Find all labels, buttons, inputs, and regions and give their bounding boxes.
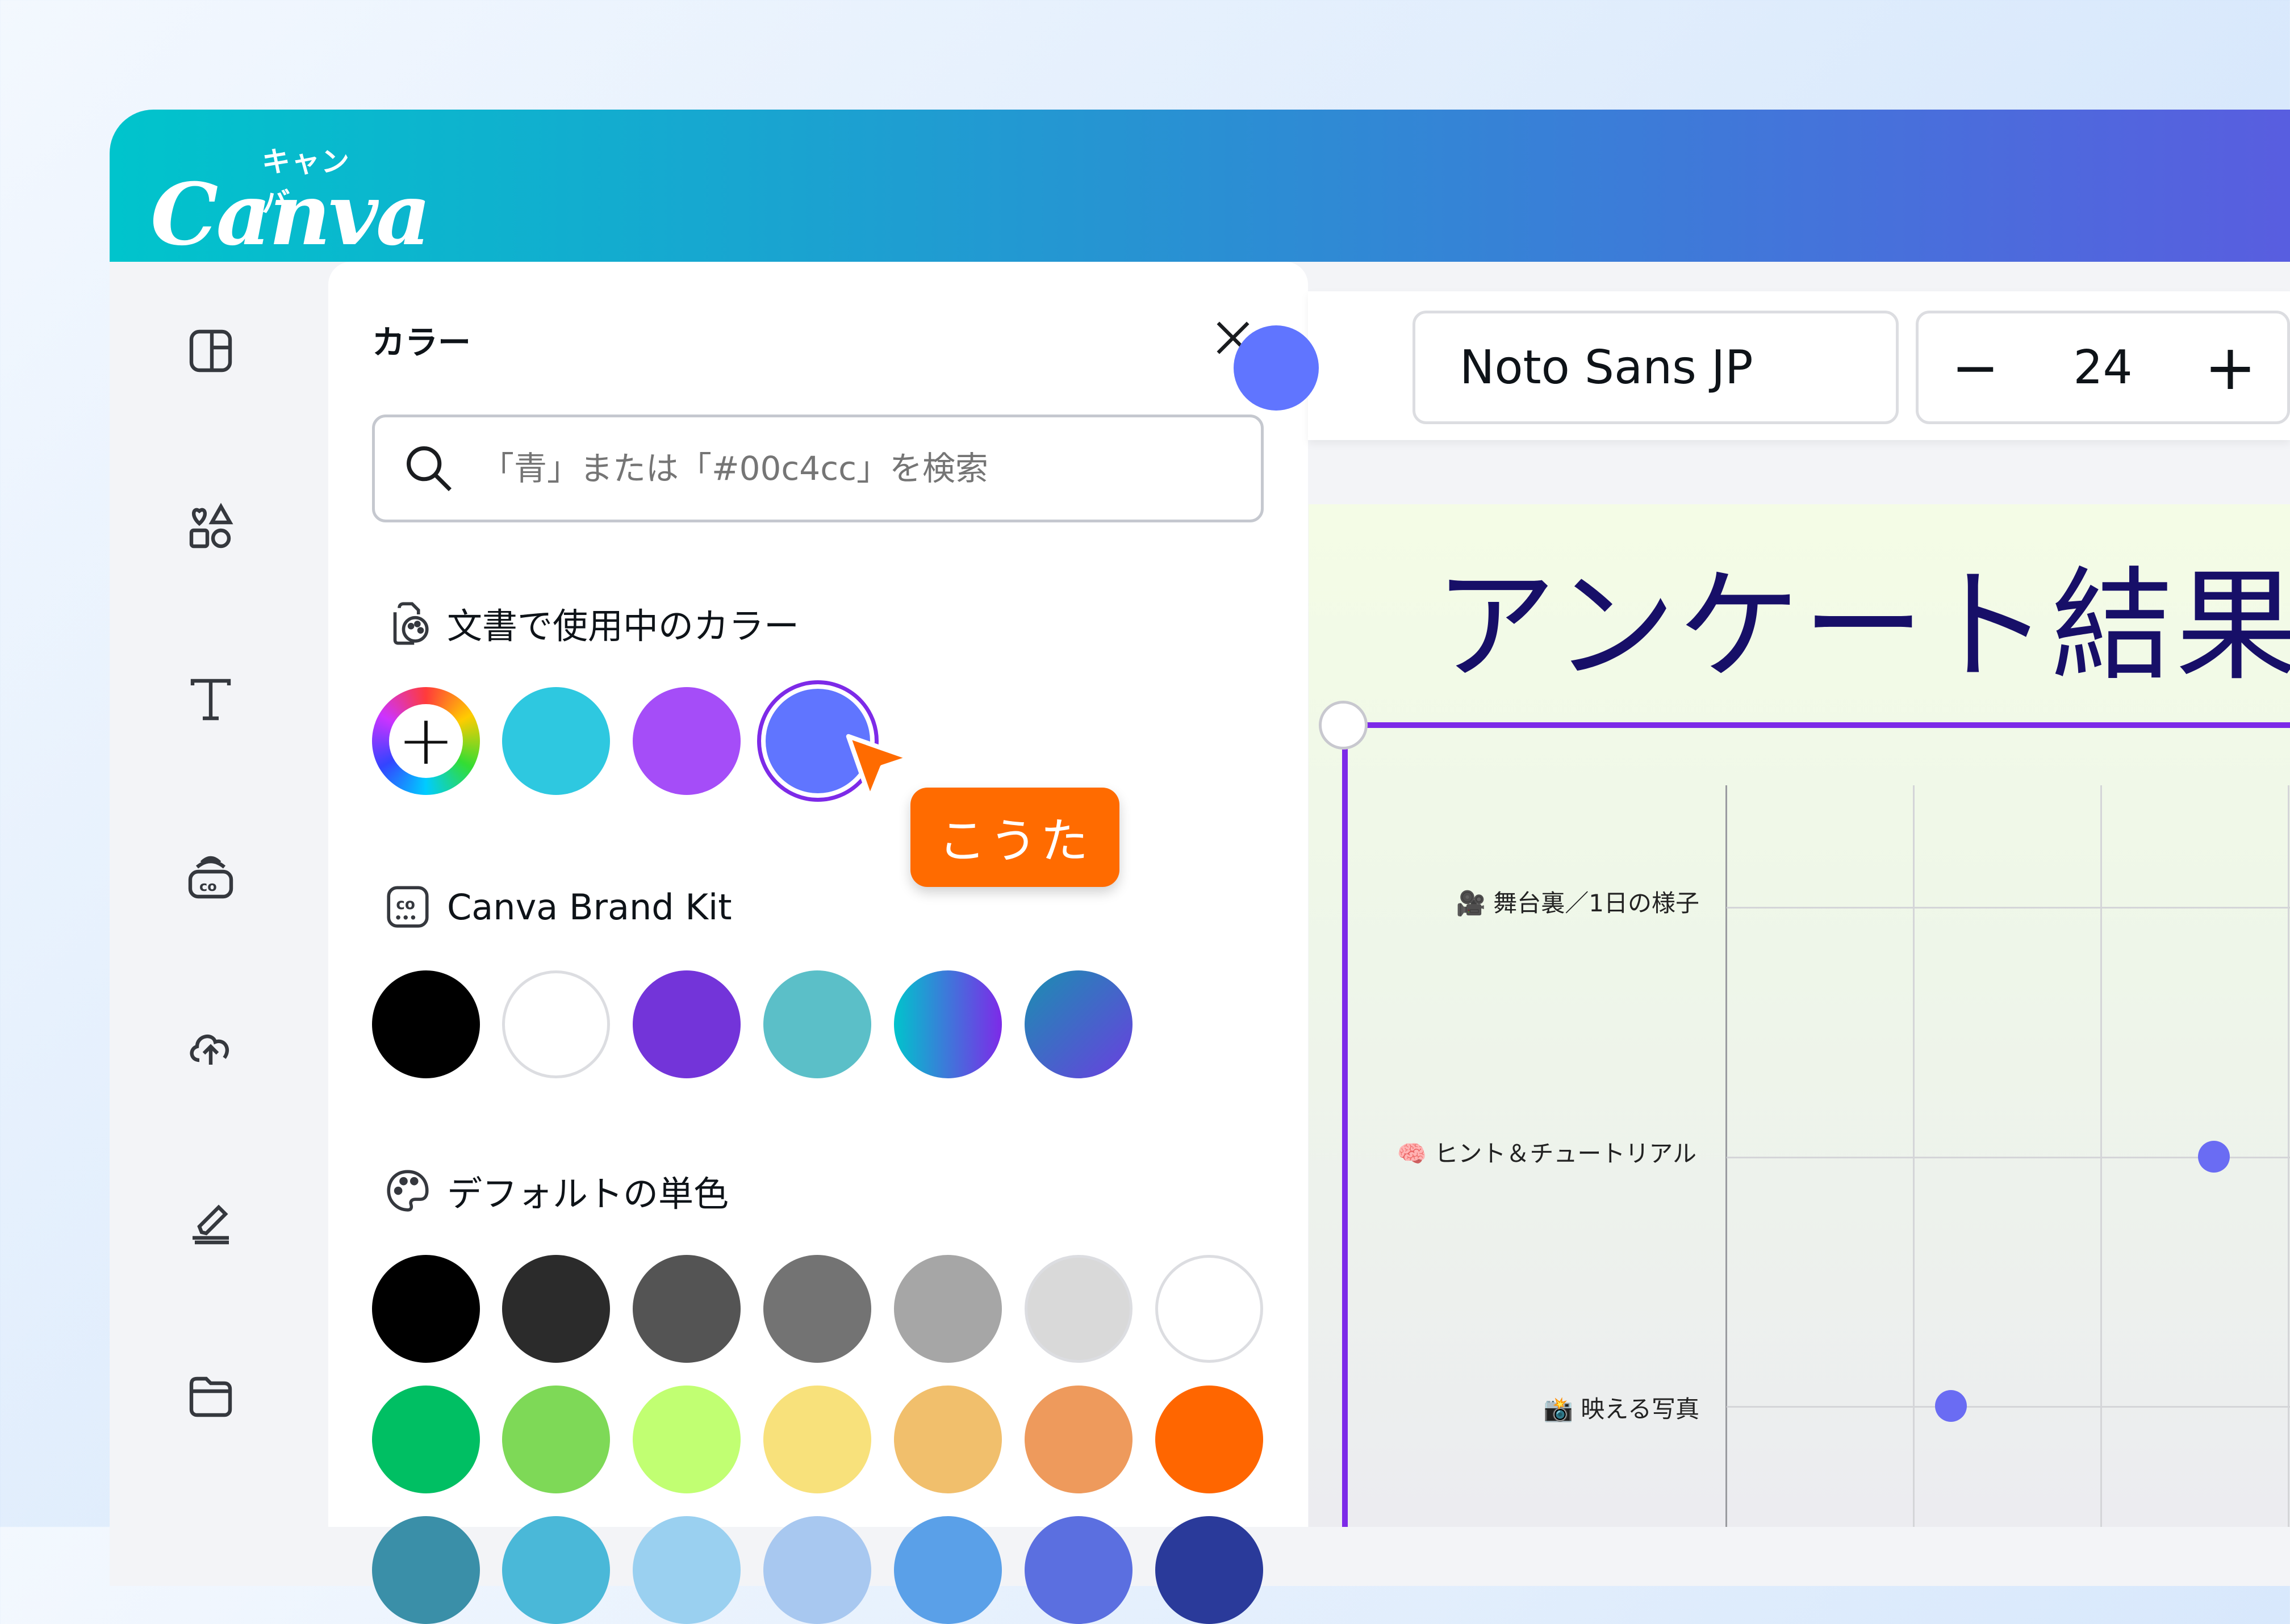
selection-frame-top [1342, 722, 2290, 728]
selection-frame-left [1342, 722, 1348, 1527]
chart-row-label-2: 🧠 ヒント＆チュートリアル [1397, 1140, 1696, 1167]
text-color-button[interactable] [1234, 325, 1319, 411]
default-swatch-amber[interactable] [894, 1386, 1002, 1493]
default-swatch-yellow[interactable] [763, 1386, 871, 1493]
increase-font-size-button[interactable]: + [2174, 331, 2287, 404]
color-search-box[interactable] [372, 415, 1264, 522]
svg-text:co: co [396, 896, 415, 913]
collaborator-name-tag: こうた [910, 788, 1119, 887]
font-family-selector[interactable]: Noto Sans JP [1413, 311, 1899, 424]
draw-icon[interactable] [179, 1191, 242, 1253]
default-colors-header: デフォルトの単色 [382, 1165, 729, 1216]
doc-color-swatch-cyan[interactable] [502, 687, 610, 795]
chart-gridline-v2 [2100, 785, 2102, 1527]
panel-title: カラー [372, 323, 471, 362]
brand-swatch-gradient-2[interactable] [1025, 970, 1133, 1078]
canva-logo[interactable]: キャンバ Canva [151, 138, 431, 257]
default-swatch-row3-7[interactable] [1155, 1516, 1263, 1624]
selection-handle[interactable] [1319, 701, 1368, 750]
brand-swatch-gradient-1[interactable] [894, 970, 1002, 1078]
projects-icon[interactable] [179, 1365, 242, 1427]
brand-kit-label: Canva Brand Kit [447, 886, 732, 928]
chart-gridline-v3 [2288, 785, 2289, 1527]
brand-swatch-violet[interactable] [633, 970, 741, 1078]
default-swatch-row3-6[interactable] [1025, 1516, 1133, 1624]
font-size-value[interactable]: 24 [2032, 341, 2174, 395]
chart-gridline-h3 [1727, 1406, 2290, 1408]
default-swatch-gray-3[interactable] [894, 1255, 1002, 1363]
search-input[interactable] [480, 449, 1221, 488]
chart-data-point[interactable] [1935, 1390, 1967, 1422]
logo-wordmark: Canva [151, 165, 431, 265]
decrease-font-size-button[interactable]: − [1919, 334, 2032, 401]
default-swatch-row3-2[interactable] [502, 1516, 610, 1624]
svg-text:co: co [199, 878, 217, 894]
default-swatch-gray-2[interactable] [763, 1255, 871, 1363]
default-swatch-black[interactable] [372, 1255, 480, 1363]
chart-row-label-1: 🎥 舞台裏／1日の様子 [1456, 889, 1699, 917]
add-color-button[interactable]: + [372, 687, 480, 795]
default-colors-label: デフォルトの単色 [447, 1173, 729, 1215]
document-heading[interactable]: アンケート結果 [1434, 559, 2290, 694]
uploads-icon[interactable] [179, 1015, 242, 1078]
doc-colors-label: 文書で使用中のカラー [447, 605, 800, 647]
chart-gridline-h1 [1727, 907, 2290, 909]
default-swatch-green[interactable] [372, 1386, 480, 1493]
brand-swatch-teal[interactable] [763, 970, 871, 1078]
default-swatch-row3-1[interactable] [372, 1516, 480, 1624]
palette-icon [387, 1170, 429, 1212]
default-swatch-row3-3[interactable] [633, 1516, 741, 1624]
top-header-bar: キャンバ Canva [110, 110, 2290, 262]
brand-swatch-white[interactable] [502, 970, 610, 1078]
brand-kit-icon: co [387, 886, 429, 928]
collaborator-cursor-icon [846, 734, 913, 801]
chart-data-point[interactable] [2198, 1141, 2230, 1173]
chart-row-label-3: 📸 映える写真 [1543, 1395, 1699, 1423]
font-size-control: − 24 + [1916, 311, 2290, 424]
default-swatch-lime[interactable] [633, 1386, 741, 1493]
default-swatch-orange[interactable] [1155, 1386, 1263, 1493]
search-icon [400, 440, 457, 497]
brand-swatch-black[interactable] [372, 970, 480, 1078]
doc-colors-header: 文書で使用中のカラー [382, 597, 799, 648]
doc-palette-icon [393, 602, 429, 645]
plus-icon: + [389, 704, 463, 778]
default-swatch-white[interactable] [1155, 1255, 1263, 1363]
layout-icon[interactable] [179, 320, 242, 382]
doc-color-swatch-purple[interactable] [633, 687, 741, 795]
default-swatch-light-green[interactable] [502, 1386, 610, 1493]
default-swatch-light-orange[interactable] [1025, 1386, 1133, 1493]
default-swatch-light-gray[interactable] [1025, 1255, 1133, 1363]
default-swatch-gray-1[interactable] [633, 1255, 741, 1363]
default-swatch-dark-gray[interactable] [502, 1255, 610, 1363]
chart-axis-line [1725, 785, 1727, 1527]
elements-icon[interactable] [179, 495, 242, 557]
default-swatch-row3-5[interactable] [894, 1516, 1002, 1624]
brand-icon[interactable]: co [179, 845, 242, 907]
brand-kit-header: co Canva Brand Kit [382, 881, 732, 932]
text-icon[interactable] [179, 668, 242, 730]
chart-gridline-v1 [1913, 785, 1915, 1527]
default-swatch-row3-4[interactable] [763, 1516, 871, 1624]
